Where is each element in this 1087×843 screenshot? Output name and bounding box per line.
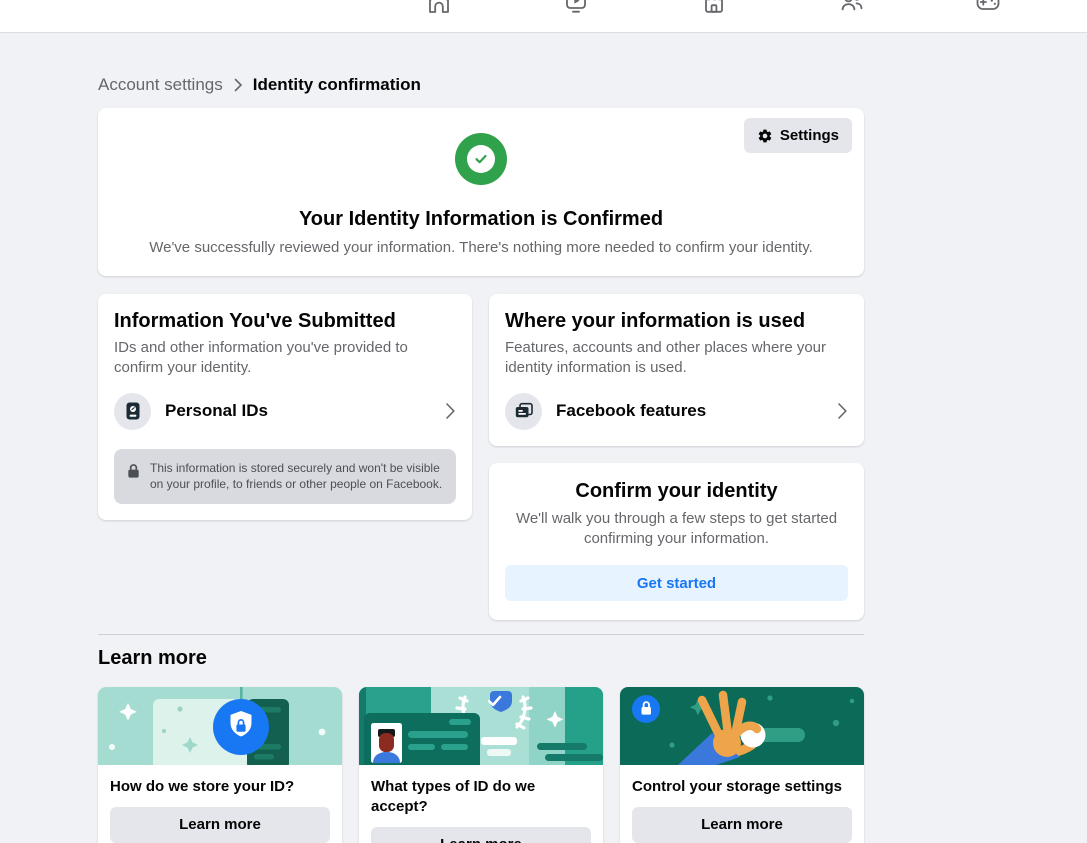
breadcrumb: Account settings Identity confirmation [98,75,864,95]
learn-card-title: What types of ID do we accept? [371,777,591,817]
learn-more-button[interactable]: Learn more [632,807,852,843]
usage-card-title: Where your information is used [505,310,848,333]
privacy-note: This information is stored securely and … [114,449,456,504]
personal-ids-label: Personal IDs [165,401,268,421]
confirm-card-title: Confirm your identity [505,480,848,503]
breadcrumb-current-page: Identity confirmation [253,75,421,95]
id-badge-icon [114,393,151,430]
information-submitted-card: Information You've Submitted IDs and oth… [98,294,472,520]
store-id-illustration [98,687,342,765]
lock-icon [126,463,141,479]
learn-more-button[interactable]: Learn more [371,827,591,843]
submitted-card-description: IDs and other information you've provide… [114,338,456,378]
learn-card-store-id: How do we store your ID? Learn more [98,687,342,843]
home-icon[interactable] [425,0,453,16]
confirm-card-description: We'll walk you through a few steps to ge… [505,509,848,549]
main-content: Account settings Identity confirmation S… [98,75,864,843]
learn-more-button[interactable]: Learn more [110,807,330,843]
groups-icon[interactable] [838,0,866,16]
facebook-features-row[interactable]: Facebook features [505,393,848,430]
settings-button[interactable]: Settings [744,118,852,153]
usage-card-description: Features, accounts and other places wher… [505,338,848,378]
success-check-icon [455,133,507,185]
chevron-right-icon [444,402,456,420]
chevron-right-icon [233,78,243,92]
breadcrumb-account-settings[interactable]: Account settings [98,75,223,95]
id-types-illustration [359,687,603,765]
submitted-card-title: Information You've Submitted [114,310,456,333]
facebook-features-label: Facebook features [556,401,706,421]
get-started-button[interactable]: Get started [505,565,848,601]
storage-settings-illustration [620,687,864,765]
identity-confirmed-card: Settings Your Identity Information is Co… [98,108,864,276]
watch-icon[interactable] [562,0,590,16]
section-divider [98,634,864,635]
learn-more-heading: Learn more [98,647,864,670]
chevron-right-icon [836,402,848,420]
learn-card-id-types: What types of ID do we accept? Learn mor… [359,687,603,843]
confirm-identity-card: Confirm your identity We'll walk you thr… [489,463,864,620]
where-information-used-card: Where your information is used Features,… [489,294,864,446]
learn-card-title: Control your storage settings [632,777,852,797]
settings-button-label: Settings [780,127,839,144]
page-description: We've successfully reviewed your informa… [126,238,836,258]
privacy-note-text: This information is stored securely and … [150,460,444,493]
personal-ids-row[interactable]: Personal IDs [114,393,456,430]
marketplace-icon[interactable] [700,0,728,16]
gear-icon [757,128,773,144]
cards-stack-icon [505,393,542,430]
learn-card-storage-settings: Control your storage settings Learn more [620,687,864,843]
learn-card-title: How do we store your ID? [110,777,330,797]
top-navigation-bar [0,0,1087,33]
page-title: Your Identity Information is Confirmed [122,208,840,231]
gaming-icon[interactable] [974,0,1002,16]
